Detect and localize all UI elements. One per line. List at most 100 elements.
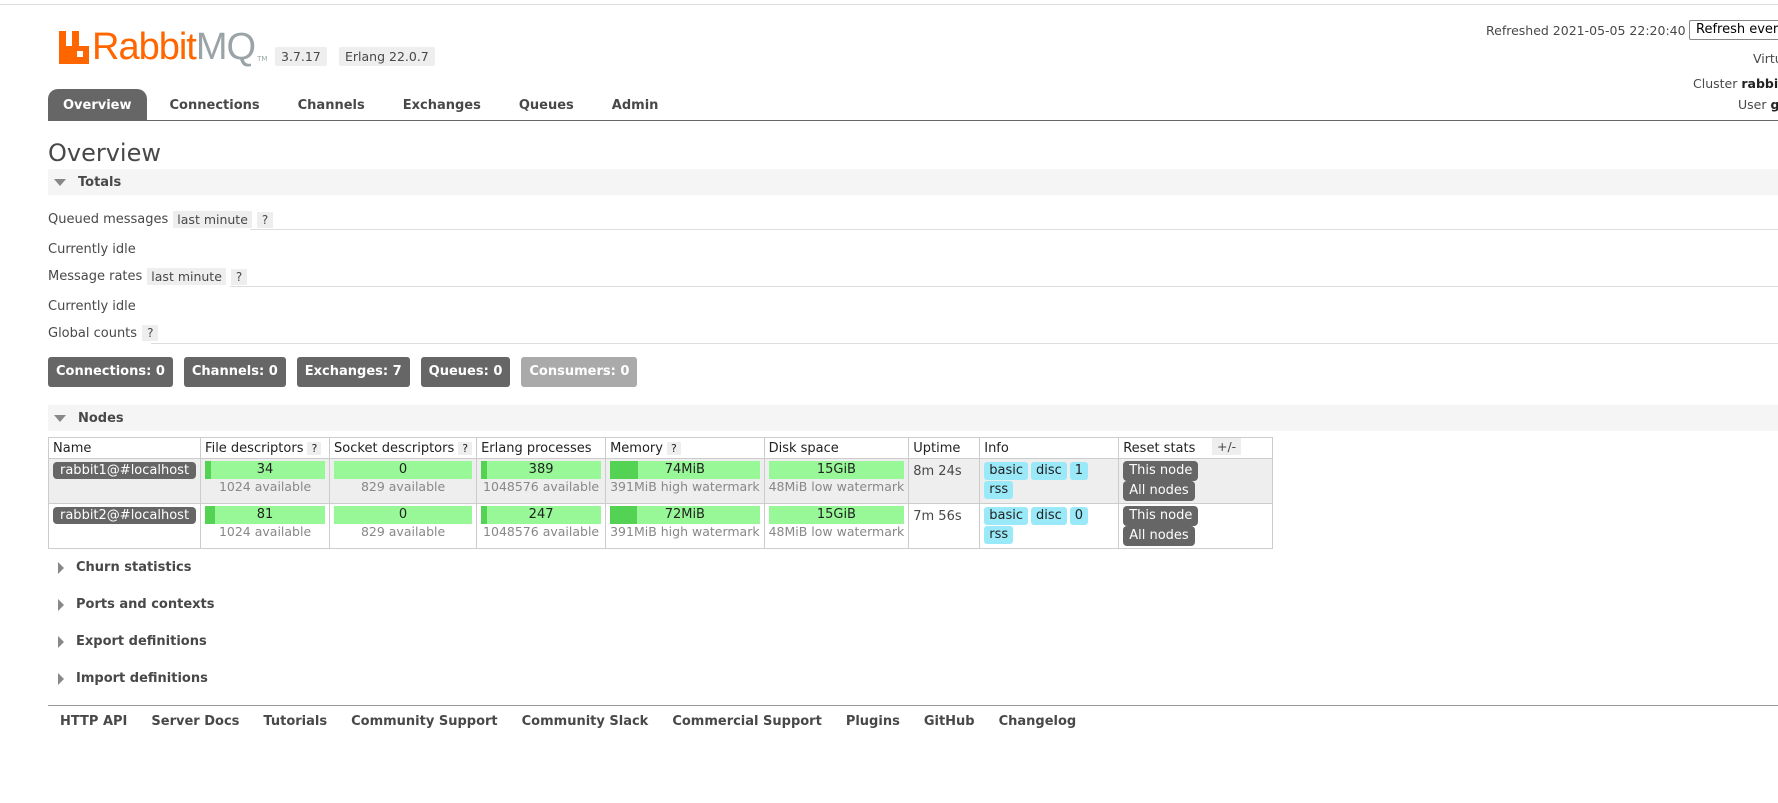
info-badge[interactable]: rss: [984, 526, 1014, 544]
footer-github-link[interactable]: GitHub: [924, 714, 975, 729]
footer-divider: [48, 705, 1778, 706]
disk-space-value: 15GiB: [816, 507, 856, 522]
footer-server-docs-link[interactable]: Server Docs: [151, 714, 239, 729]
user-name[interactable]: g: [1770, 97, 1778, 112]
collapsed-triangle-icon: [58, 672, 64, 685]
tab-admin[interactable]: Admin: [597, 89, 674, 120]
file-descriptors-value: 81: [256, 507, 274, 522]
uptime-value: 8m 24s: [913, 464, 962, 479]
expanded-triangle-icon: [54, 178, 66, 186]
file-descriptors-bar: 81: [205, 506, 326, 524]
info-badge[interactable]: 1: [1069, 462, 1089, 480]
socket-descriptors-value: 0: [398, 462, 408, 477]
refresh-interval-select[interactable]: Refresh every: [1689, 20, 1778, 40]
virtual-host-label[interactable]: Virtu: [1753, 51, 1778, 66]
socket-descriptors-limit: 829 available: [360, 524, 446, 539]
memory-value: 74MiB: [664, 462, 705, 477]
info-badge[interactable]: basic: [984, 462, 1028, 480]
footer-http-api-link[interactable]: HTTP API: [60, 714, 127, 729]
col-erlang-processes[interactable]: Erlang processes: [476, 437, 607, 459]
queued-messages-idle: Currently idle: [48, 242, 136, 257]
exchanges-count-button[interactable]: Exchanges: 7: [296, 357, 410, 387]
channels-count-button[interactable]: Channels: 0: [183, 357, 286, 387]
node-name-link[interactable]: rabbit2@#localhost: [53, 507, 197, 524]
churn-statistics-section[interactable]: Churn statistics: [48, 560, 192, 575]
footer-community-support-link[interactable]: Community Support: [351, 714, 498, 729]
tab-connections[interactable]: Connections: [155, 89, 275, 120]
queued-messages-help[interactable]: ?: [256, 211, 274, 228]
erlang-processes-limit: 1048576 available: [483, 479, 600, 494]
help-icon[interactable]: ?: [666, 441, 681, 455]
footer-plugins-link[interactable]: Plugins: [846, 714, 900, 729]
info-badge[interactable]: disc: [1031, 462, 1067, 480]
file-descriptors-bar: 34: [205, 461, 326, 479]
file-descriptors-limit: 1024 available: [218, 524, 312, 539]
import-definitions-section[interactable]: Import definitions: [48, 671, 208, 686]
disk-space-value: 15GiB: [816, 462, 856, 477]
tab-exchanges[interactable]: Exchanges: [388, 89, 496, 120]
footer-changelog-link[interactable]: Changelog: [999, 714, 1077, 729]
tab-overview[interactable]: Overview: [48, 89, 147, 120]
reset-all-nodes-button[interactable]: All nodes: [1123, 526, 1195, 546]
nodes-table: Name File descriptors? Socket descriptor…: [47, 437, 1274, 549]
help-icon[interactable]: ?: [458, 441, 473, 455]
memory-limit: 391MiB high watermark: [610, 479, 760, 494]
footer-community-slack-link[interactable]: Community Slack: [522, 714, 649, 729]
col-info[interactable]: Info: [979, 437, 1120, 459]
socket-descriptors-bar: 0: [334, 506, 473, 524]
col-uptime[interactable]: Uptime: [908, 437, 981, 459]
divider: [230, 286, 1778, 287]
erlang-processes-value: 247: [528, 507, 554, 522]
tabs-divider: [48, 120, 1778, 121]
message-rates-idle: Currently idle: [48, 299, 136, 314]
socket-descriptors-value: 0: [398, 507, 408, 522]
message-rates-help[interactable]: ?: [230, 268, 248, 285]
nodes-section-header[interactable]: Nodes: [48, 405, 1778, 431]
message-rates-label: Message rates: [48, 269, 143, 284]
info-badge[interactable]: rss: [984, 481, 1014, 499]
global-counts-help[interactable]: ?: [142, 325, 159, 341]
col-socket-descriptors[interactable]: Socket descriptors?: [329, 437, 478, 459]
consumers-count-button[interactable]: Consumers: 0: [521, 357, 638, 387]
footer-commercial-support-link[interactable]: Commercial Support: [672, 714, 822, 729]
ports-contexts-section[interactable]: Ports and contexts: [48, 597, 214, 612]
help-icon[interactable]: ?: [307, 441, 322, 455]
tab-queues[interactable]: Queues: [504, 89, 589, 120]
connections-count-button[interactable]: Connections: 0: [48, 357, 173, 387]
refreshed-timestamp: Refreshed 2021-05-05 22:20:40: [1486, 23, 1686, 38]
erlang-processes-bar: 389: [481, 461, 602, 479]
info-badge[interactable]: basic: [984, 507, 1028, 525]
uptime-value: 7m 56s: [913, 509, 962, 524]
reset-this-node-button[interactable]: This node: [1123, 506, 1199, 526]
info-badge[interactable]: 0: [1069, 507, 1089, 525]
queued-messages-range[interactable]: last minute: [173, 211, 252, 228]
node-name-link[interactable]: rabbit1@#localhost: [53, 462, 197, 479]
main-nav-tabs: Overview Connections Channels Exchanges …: [48, 89, 681, 120]
memory-bar: 72MiB: [610, 506, 760, 524]
info-badge[interactable]: disc: [1031, 507, 1067, 525]
col-reset-stats: Reset stats: [1118, 437, 1274, 459]
reset-this-node-button[interactable]: This node: [1123, 461, 1199, 481]
file-descriptors-value: 34: [256, 462, 274, 477]
footer-tutorials-link[interactable]: Tutorials: [263, 714, 327, 729]
queues-count-button[interactable]: Queues: 0: [420, 357, 511, 387]
export-definitions-section[interactable]: Export definitions: [48, 634, 207, 649]
cluster-name: rabbit: [1741, 76, 1778, 91]
col-memory[interactable]: Memory?: [605, 437, 765, 459]
col-file-descriptors[interactable]: File descriptors?: [200, 437, 331, 459]
message-rates-range[interactable]: last minute: [147, 268, 226, 285]
col-name[interactable]: Name: [47, 437, 202, 459]
col-disk-space[interactable]: Disk space: [763, 437, 910, 459]
message-rates-row: Message rates last minute ?: [48, 268, 248, 285]
reset-all-nodes-button[interactable]: All nodes: [1123, 481, 1195, 501]
totals-section-header[interactable]: Totals: [48, 169, 1778, 195]
erlang-processes-bar: 247: [481, 506, 602, 524]
page-title: Overview: [48, 139, 161, 167]
columns-toggle-button[interactable]: +/-: [1212, 438, 1242, 455]
top-border: [0, 4, 1778, 5]
rabbitmq-logo[interactable]: RabbitMQ TM: [59, 28, 267, 66]
footer-links: HTTP API Server Docs Tutorials Community…: [60, 714, 1100, 729]
queued-messages-label: Queued messages: [48, 212, 169, 227]
collapsed-triangle-icon: [58, 561, 64, 574]
tab-channels[interactable]: Channels: [283, 89, 380, 120]
